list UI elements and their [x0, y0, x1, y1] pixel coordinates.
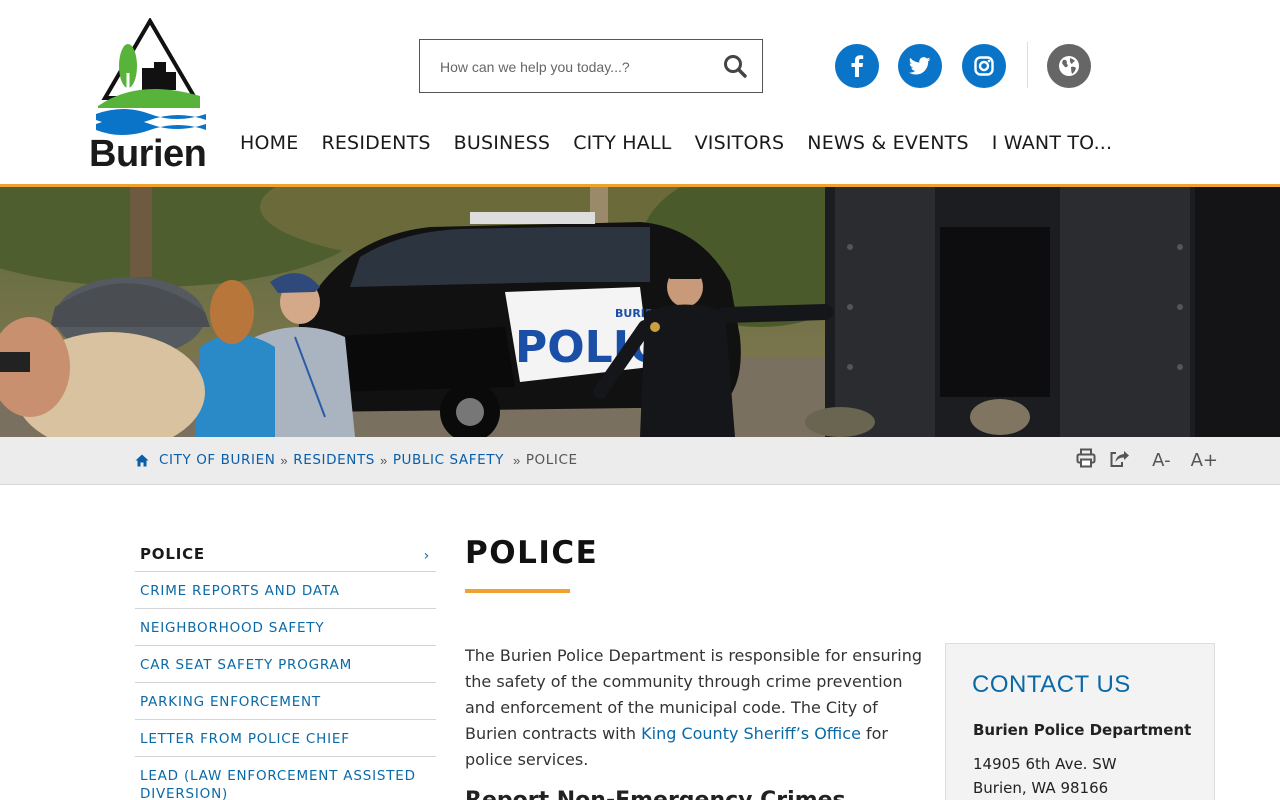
breadcrumb: CITY OF BURIEN » RESIDENTS » PUBLIC SAFE… [135, 452, 578, 468]
search-button[interactable] [722, 53, 748, 79]
breadcrumb-current: POLICE [525, 452, 578, 468]
breadcrumb-separator: » [512, 452, 521, 468]
sidebar-item-letter-from-chief[interactable]: LETTER FROM POLICE CHIEF [135, 720, 436, 757]
nav-news-events[interactable]: NEWS & EVENTS [807, 132, 968, 154]
contact-department: Burien Police Department [973, 721, 1192, 739]
search-icon [724, 55, 747, 78]
contact-box: CONTACT US Burien Police Department 1490… [945, 643, 1215, 800]
section-sidebar: POLICE › CRIME REPORTS AND DATA NEIGHBOR… [135, 537, 436, 800]
breadcrumb-bar: CITY OF BURIEN » RESIDENTS » PUBLIC SAFE… [0, 437, 1280, 485]
print-button[interactable] [1076, 448, 1096, 473]
nav-visitors[interactable]: VISITORS [695, 132, 785, 154]
nav-residents[interactable]: RESIDENTS [321, 132, 430, 154]
breadcrumb-public-safety[interactable]: PUBLIC SAFETY [393, 452, 504, 468]
instagram-icon [974, 56, 994, 76]
text-larger-button[interactable]: A+ [1191, 450, 1218, 471]
title-underline [465, 589, 570, 593]
globe-icon [1059, 56, 1079, 76]
page-tools: A- A+ [1062, 448, 1218, 473]
sidebar-item-parking-enforcement[interactable]: PARKING ENFORCEMENT [135, 683, 436, 720]
breadcrumb-separator: » [280, 452, 289, 468]
intro-paragraph: The Burien Police Department is responsi… [465, 643, 925, 773]
instagram-button[interactable] [962, 44, 1006, 88]
chevron-right-icon: › [423, 548, 430, 564]
main-nav: HOME RESIDENTS BUSINESS CITY HALL VISITO… [240, 132, 1135, 154]
breadcrumb-residents[interactable]: RESIDENTS [293, 452, 375, 468]
print-icon [1076, 448, 1096, 468]
facebook-icon [851, 55, 864, 77]
king-county-sheriff-link[interactable]: King County Sheriff’s Office [641, 724, 861, 743]
sidebar-item-crime-reports[interactable]: CRIME REPORTS AND DATA [135, 572, 436, 609]
nav-business[interactable]: BUSINESS [454, 132, 551, 154]
sidebar-heading-police[interactable]: POLICE › [135, 537, 436, 572]
sidebar-heading-label: POLICE [140, 545, 205, 563]
breadcrumb-separator: » [379, 452, 388, 468]
text-smaller-button[interactable]: A- [1152, 450, 1170, 471]
home-icon[interactable] [135, 454, 149, 467]
translate-button[interactable] [1047, 44, 1091, 88]
sidebar-item-lead[interactable]: LEAD (LAW ENFORCEMENT ASSISTED DIVERSION… [135, 757, 436, 800]
subheading-text: Report Non-Emergency Crimes Online [465, 788, 846, 800]
sidebar-item-neighborhood-safety[interactable]: NEIGHBORHOOD SAFETY [135, 609, 436, 646]
sidebar-item-car-seat-safety[interactable]: CAR SEAT SAFETY PROGRAM [135, 646, 436, 683]
twitter-button[interactable] [898, 44, 942, 88]
logo-wordmark: Burien [89, 133, 207, 175]
nav-home[interactable]: HOME [240, 132, 298, 154]
contact-address-line1: 14905 6th Ave. SW [973, 755, 1117, 773]
burien-logo-icon [96, 17, 206, 135]
breadcrumb-city-of-burien[interactable]: CITY OF BURIEN [159, 452, 275, 468]
header-divider [1027, 42, 1028, 88]
share-button[interactable] [1110, 448, 1130, 473]
page-title: POLICE [465, 535, 599, 571]
facebook-button[interactable] [835, 44, 879, 88]
site-header: Burien How can we help you today...? HOM… [0, 0, 1280, 184]
share-icon [1110, 451, 1130, 467]
search-input[interactable] [440, 56, 710, 78]
twitter-icon [909, 57, 931, 75]
hero-police-scene-image: POLICE BURIEN [0, 187, 1280, 437]
section-subheading: Report Non-Emergency Crimes Online [465, 788, 925, 800]
search-box [419, 39, 763, 93]
nav-i-want-to[interactable]: I WANT TO... [992, 132, 1113, 154]
hero-image: POLICE BURIEN [0, 187, 1280, 437]
contact-address-line2: Burien, WA 98166 [973, 779, 1109, 797]
nav-city-hall[interactable]: CITY HALL [573, 132, 671, 154]
contact-heading: CONTACT US [972, 671, 1131, 698]
